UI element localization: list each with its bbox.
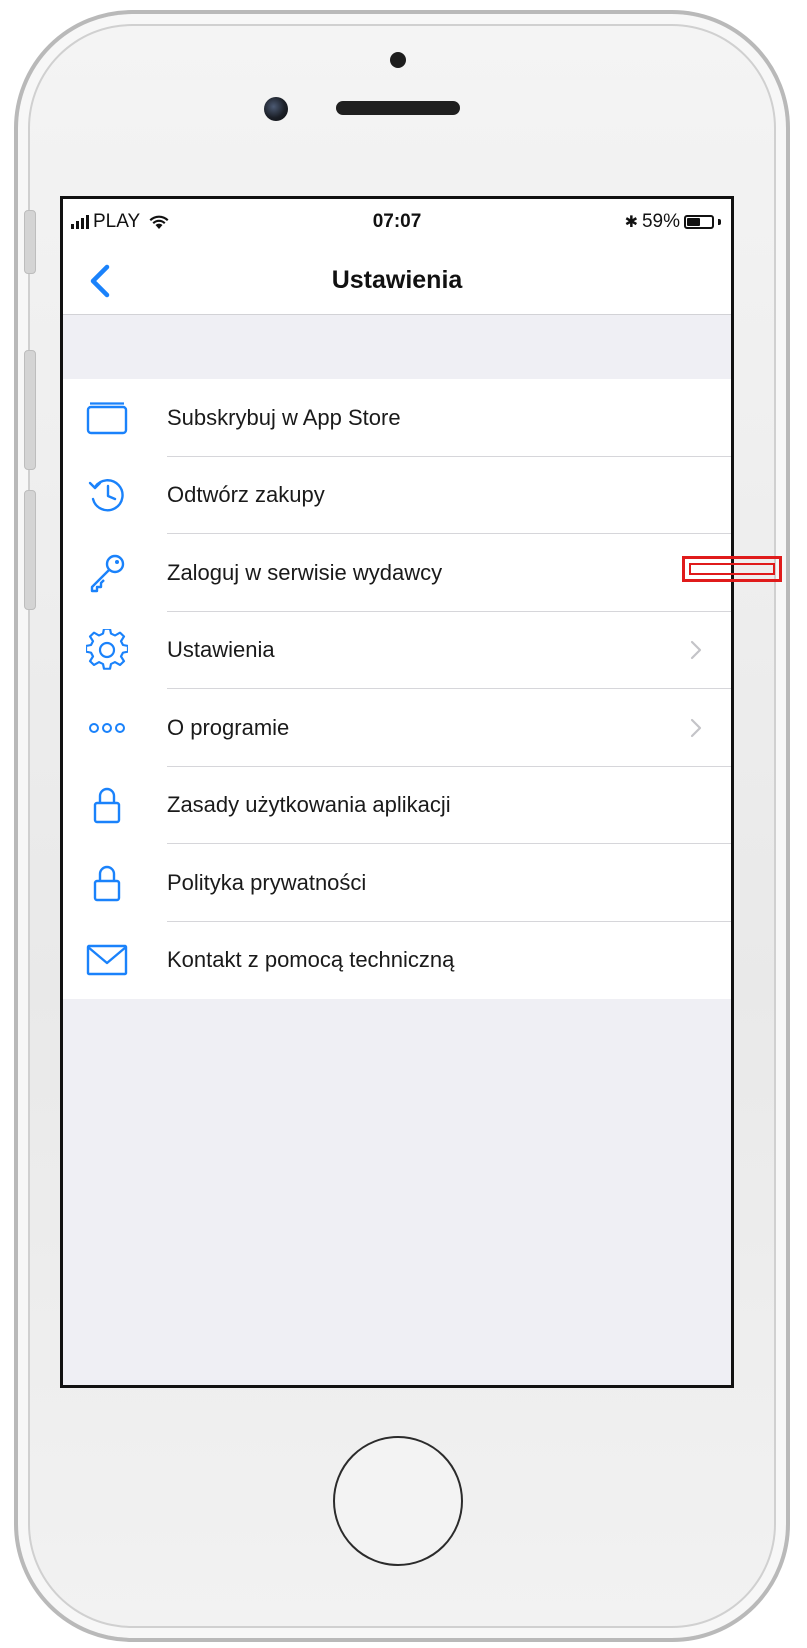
menu-item-label: Ustawienia bbox=[167, 637, 275, 663]
proximity-sensor bbox=[390, 52, 406, 68]
chevron-right-icon bbox=[690, 718, 702, 737]
earpiece-speaker bbox=[336, 101, 460, 115]
menu-item-label: O programie bbox=[167, 714, 290, 740]
status-bar: PLAY 07:07 ✱ 59% bbox=[63, 199, 731, 249]
menu-item-terms[interactable]: Zasady użytkowania aplikacji bbox=[63, 767, 731, 844]
navigation-bar: Ustawienia bbox=[63, 249, 731, 315]
menu-item-about[interactable]: O programie bbox=[63, 689, 731, 767]
menu-item-subscribe[interactable]: Subskrybuj w App Store bbox=[63, 379, 731, 457]
volume-up-button bbox=[24, 350, 36, 470]
lock-icon bbox=[85, 861, 129, 905]
status-right-group: ✱ 59% bbox=[625, 211, 721, 233]
front-camera bbox=[264, 97, 288, 121]
menu-item-label: Kontakt z pomocą techniczną bbox=[167, 947, 455, 973]
menu-item-restore-purchases[interactable]: Odtwórz zakupy bbox=[63, 457, 731, 534]
menu-item-settings[interactable]: Ustawienia bbox=[63, 612, 731, 689]
gear-icon bbox=[85, 628, 129, 672]
volume-down-button bbox=[24, 490, 36, 610]
phone-screen: PLAY 07:07 ✱ 59% Ustawienia Subskrybuj w… bbox=[60, 196, 734, 1388]
annotation-highlight-box bbox=[682, 556, 782, 582]
bluetooth-icon: ✱ bbox=[624, 214, 638, 231]
more-dots-icon bbox=[85, 706, 129, 750]
app-store-card-icon bbox=[85, 396, 129, 440]
restore-history-icon bbox=[85, 473, 129, 517]
menu-item-label: Polityka prywatności bbox=[167, 869, 367, 895]
menu-item-label: Subskrybuj w App Store bbox=[167, 404, 401, 430]
battery-percent: 59% bbox=[641, 211, 680, 232]
menu-item-publisher-login[interactable]: Zaloguj w serwisie wydawcy bbox=[63, 534, 731, 612]
home-button[interactable] bbox=[333, 1436, 463, 1566]
battery-icon bbox=[684, 215, 714, 229]
battery-tip bbox=[718, 219, 721, 225]
mail-icon bbox=[85, 938, 129, 982]
chevron-right-icon bbox=[690, 641, 702, 660]
key-icon bbox=[85, 551, 129, 595]
mute-switch bbox=[24, 210, 36, 274]
menu-item-privacy-policy[interactable]: Polityka prywatności bbox=[63, 844, 731, 922]
page-title: Ustawienia bbox=[331, 266, 463, 294]
menu-item-support-contact[interactable]: Kontakt z pomocą techniczną bbox=[63, 922, 731, 1000]
battery-fill bbox=[687, 218, 701, 226]
menu-item-label: Zaloguj w serwisie wydawcy bbox=[167, 559, 443, 585]
settings-menu-list: Subskrybuj w App Store Odtwórz zakupy Za… bbox=[63, 379, 731, 999]
lock-icon bbox=[85, 783, 129, 827]
menu-item-label: Zasady użytkowania aplikacji bbox=[167, 792, 451, 818]
menu-item-label: Odtwórz zakupy bbox=[167, 482, 325, 508]
